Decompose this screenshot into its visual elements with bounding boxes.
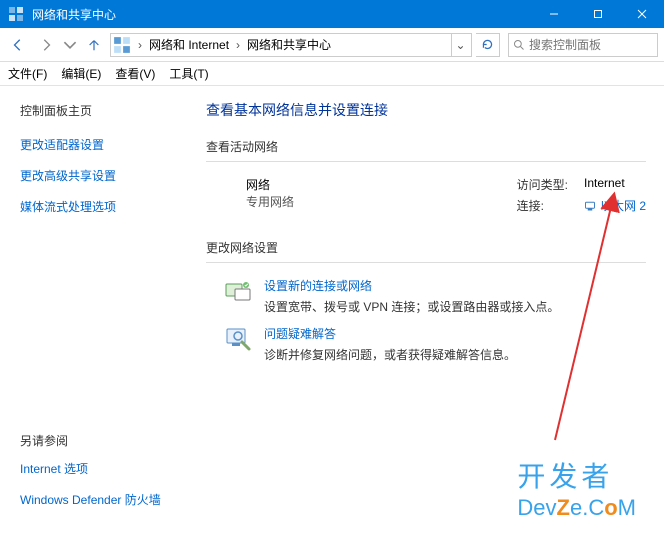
- connection-label: 连接:: [517, 197, 568, 215]
- media-streaming-link[interactable]: 媒体流式处理选项: [20, 199, 196, 216]
- control-panel-icon: [113, 36, 131, 54]
- up-button[interactable]: [82, 33, 106, 57]
- title-bar: 网络和共享中心: [0, 0, 664, 28]
- breadcrumb-seg-2[interactable]: 网络和共享中心: [245, 36, 333, 53]
- setup-connection-row[interactable]: 设置新的连接或网络 设置宽带、拨号或 VPN 连接；或设置路由器或接入点。: [224, 277, 646, 315]
- setup-connection-title: 设置新的连接或网络: [264, 277, 559, 294]
- forward-button[interactable]: [34, 33, 58, 57]
- setup-connection-icon: [224, 277, 252, 305]
- search-input[interactable]: [529, 38, 653, 52]
- advanced-sharing-link[interactable]: 更改高级共享设置: [20, 168, 196, 185]
- network-type: 专用网络: [246, 193, 294, 210]
- troubleshoot-row[interactable]: 问题疑难解答 诊断并修复网络问题，或者获得疑难解答信息。: [224, 325, 646, 363]
- change-settings-label: 更改网络设置: [206, 239, 646, 256]
- address-bar: › 网络和 Internet › 网络和共享中心 ⌄: [0, 28, 664, 62]
- control-panel-home-link[interactable]: 控制面板主页: [20, 102, 196, 119]
- troubleshoot-icon: [224, 325, 252, 353]
- window-buttons: [532, 0, 664, 28]
- back-button[interactable]: [6, 33, 30, 57]
- window-title: 网络和共享中心: [32, 6, 532, 23]
- troubleshoot-desc: 诊断并修复网络问题，或者获得疑难解答信息。: [264, 346, 516, 363]
- connection-link[interactable]: 以太网 2: [600, 197, 646, 214]
- maximize-button[interactable]: [576, 0, 620, 28]
- page-heading: 查看基本网络信息并设置连接: [206, 100, 646, 120]
- search-icon: [513, 39, 525, 51]
- see-also-label: 另请参阅: [20, 432, 196, 449]
- close-button[interactable]: [620, 0, 664, 28]
- chevron-down-icon[interactable]: ⌄: [451, 34, 469, 56]
- refresh-button[interactable]: [476, 33, 500, 57]
- setup-connection-desc: 设置宽带、拨号或 VPN 连接；或设置路由器或接入点。: [264, 298, 559, 315]
- content-pane: 查看基本网络信息并设置连接 查看活动网络 网络 专用网络 访问类型: Inter…: [196, 86, 664, 533]
- search-box[interactable]: [508, 33, 658, 57]
- minimize-button[interactable]: [532, 0, 576, 28]
- menu-file[interactable]: 文件(F): [8, 65, 47, 82]
- menu-view[interactable]: 查看(V): [115, 65, 155, 82]
- firewall-link[interactable]: Windows Defender 防火墙: [20, 492, 196, 509]
- sidebar: 控制面板主页 更改适配器设置 更改高级共享设置 媒体流式处理选项 另请参阅 In…: [0, 86, 196, 533]
- breadcrumb-seg-1[interactable]: 网络和 Internet: [147, 36, 231, 53]
- troubleshoot-title: 问题疑难解答: [264, 325, 516, 342]
- ethernet-icon: [584, 200, 596, 212]
- history-dropdown[interactable]: [62, 33, 78, 57]
- access-type-label: 访问类型:: [517, 176, 568, 193]
- menu-tools[interactable]: 工具(T): [169, 65, 208, 82]
- access-type-value: Internet: [584, 176, 646, 193]
- internet-options-link[interactable]: Internet 选项: [20, 461, 196, 478]
- app-icon: [8, 6, 24, 22]
- chevron-right-icon[interactable]: ›: [231, 38, 245, 52]
- active-networks-label: 查看活动网络: [206, 138, 646, 155]
- breadcrumb[interactable]: › 网络和 Internet › 网络和共享中心 ⌄: [110, 33, 472, 57]
- change-adapter-link[interactable]: 更改适配器设置: [20, 137, 196, 154]
- chevron-right-icon[interactable]: ›: [133, 38, 147, 52]
- menu-bar: 文件(F) 编辑(E) 查看(V) 工具(T): [0, 62, 664, 86]
- divider: [206, 161, 646, 162]
- active-network-row: 网络 专用网络 访问类型: Internet 连接: 以太网 2: [246, 176, 646, 215]
- divider: [206, 262, 646, 263]
- menu-edit[interactable]: 编辑(E): [61, 65, 101, 82]
- network-name: 网络: [246, 176, 294, 193]
